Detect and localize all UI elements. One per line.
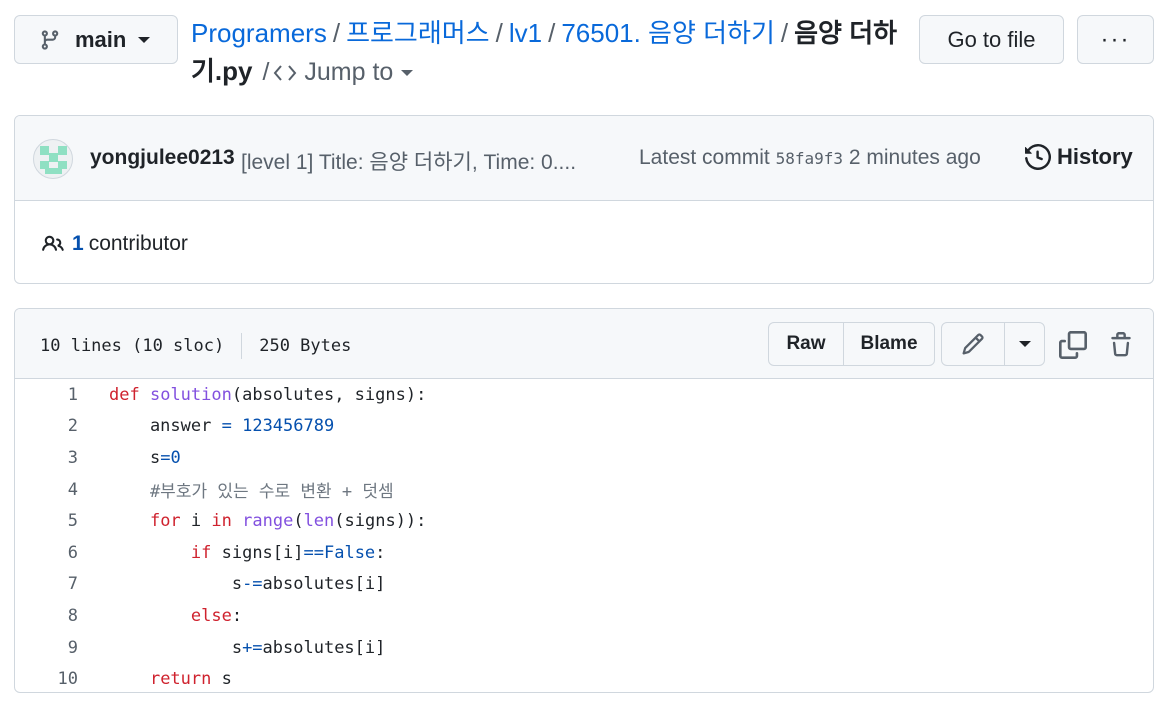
blame-button[interactable]: Blame [843, 323, 934, 365]
more-options-button[interactable]: ··· [1077, 15, 1154, 64]
delete-file-button[interactable] [1105, 329, 1137, 361]
commit-message-link[interactable]: [level 1] Title: 음양 더하기, Time: 0.... [241, 146, 576, 176]
commit-sha-link[interactable]: 58fa9f3 [776, 149, 843, 168]
breadcrumb-separator: / [262, 58, 270, 86]
line-number[interactable]: 7 [15, 574, 78, 594]
line-number[interactable]: 3 [15, 448, 78, 468]
breadcrumb-folder-link[interactable]: 76501. 음양 더하기 [561, 18, 775, 48]
code-line: 10 return s [15, 663, 1153, 692]
code-text: def solution(absolutes, signs): [109, 384, 427, 405]
contributors-link[interactable]: 1 contributor [40, 232, 188, 256]
file-size: 250 Bytes [259, 336, 352, 356]
line-number[interactable]: 6 [15, 543, 78, 563]
edit-dropdown-button[interactable] [1004, 323, 1044, 365]
contributor-label: contributor [88, 232, 188, 255]
copy-raw-button[interactable] [1057, 329, 1089, 361]
branch-name: main [75, 26, 127, 52]
git-branch-icon [41, 29, 59, 50]
code-line: 4 #부호가 있는 수로 변환 + 덧셈 [15, 474, 1153, 506]
code-text: answer = 123456789 [109, 416, 335, 437]
edit-button[interactable] [942, 323, 1004, 365]
code-line: 7 s-=absolutes[i] [15, 569, 1153, 601]
code-line: 3 s=0 [15, 442, 1153, 474]
contributor-count: 1 [72, 232, 84, 255]
commit-panel: yongjulee0213 [level 1] Title: 음양 더하기, T… [14, 115, 1154, 284]
code-text: return s [149, 669, 232, 690]
raw-blame-group: Raw Blame [768, 322, 935, 366]
chevron-down-icon [138, 36, 151, 43]
code-icon [274, 65, 297, 81]
divider [241, 333, 243, 359]
code-line: 2 answer = 123456789 [15, 411, 1153, 443]
line-number[interactable]: 8 [15, 606, 78, 626]
line-number[interactable]: 1 [15, 385, 78, 405]
breadcrumb-separator: / [548, 18, 556, 48]
chevron-down-icon [1018, 341, 1031, 347]
code-text: for i in range(len(signs)): [149, 511, 427, 532]
branch-selector-button[interactable]: main [14, 15, 178, 64]
line-count: 10 lines (10 sloc) [40, 336, 225, 356]
code-body: 1 def solution(absolutes, signs): 2 answer… [15, 379, 1153, 692]
file-viewer: 10 lines (10 sloc) 250 Bytes Raw Blame 1… [14, 308, 1154, 693]
go-to-file-button[interactable]: Go to file [919, 15, 1064, 64]
code-text: else: [190, 605, 243, 626]
breadcrumb-separator: / [780, 18, 789, 48]
breadcrumb-folder-link[interactable]: 프로그래머스 [346, 18, 490, 48]
breadcrumb-separator: / [332, 18, 341, 48]
avatar[interactable] [33, 139, 73, 179]
code-text: s=0 [109, 447, 181, 468]
people-icon [42, 235, 64, 251]
file-info: 10 lines (10 sloc) 250 Bytes [40, 333, 351, 359]
copy-icon [1059, 331, 1087, 359]
commit-author-link[interactable]: yongjulee0213 [90, 146, 235, 170]
edit-group [941, 322, 1045, 366]
breadcrumb-separator: / [495, 18, 503, 48]
file-header: 10 lines (10 sloc) 250 Bytes Raw Blame [15, 309, 1153, 379]
line-number[interactable]: 9 [15, 638, 78, 658]
pencil-icon [962, 333, 984, 355]
commit-time: 2 minutes ago [848, 146, 981, 169]
history-button[interactable]: History [1025, 144, 1133, 170]
code-text: s+=absolutes[i] [109, 637, 386, 658]
line-number[interactable]: 2 [15, 416, 78, 436]
history-label: History [1057, 144, 1133, 169]
raw-button[interactable]: Raw [769, 323, 843, 365]
trash-icon [1111, 332, 1131, 357]
line-number[interactable]: 4 [15, 480, 78, 500]
latest-commit-label: Latest commit [639, 146, 770, 169]
code-line: 9 s+=absolutes[i] [15, 632, 1153, 664]
latest-commit-info: Latest commit 58fa9f3 2 minutes ago [639, 146, 981, 170]
latest-commit-bar: yongjulee0213 [level 1] Title: 음양 더하기, T… [15, 116, 1153, 201]
line-number[interactable]: 10 [15, 669, 78, 689]
code-text: s-=absolutes[i] [109, 574, 386, 595]
line-number[interactable]: 5 [15, 511, 78, 531]
breadcrumb: Programers / 프로그래머스 / lv1/76501. 음양 더하기 / 음양 더… [191, 14, 906, 91]
code-line: 1 def solution(absolutes, signs): [15, 379, 1153, 411]
code-line: 6 if signs[i]==False: [15, 537, 1153, 569]
jump-to-label: Jump to [304, 58, 394, 86]
history-icon [1025, 144, 1051, 170]
chevron-down-icon [401, 70, 414, 77]
code-line: 8 else: [15, 600, 1153, 632]
breadcrumb-folder-link[interactable]: lv1 [509, 18, 542, 48]
code-text: #부호가 있는 수로 변환 + 덧셈 [109, 482, 394, 503]
jump-to-button[interactable]: / Jump to [263, 58, 414, 86]
breadcrumb-repo-link[interactable]: Programers [191, 18, 327, 48]
code-line: 5 for i in range(len(signs)): [15, 505, 1153, 537]
code-text: if signs[i]==False: [190, 542, 386, 563]
